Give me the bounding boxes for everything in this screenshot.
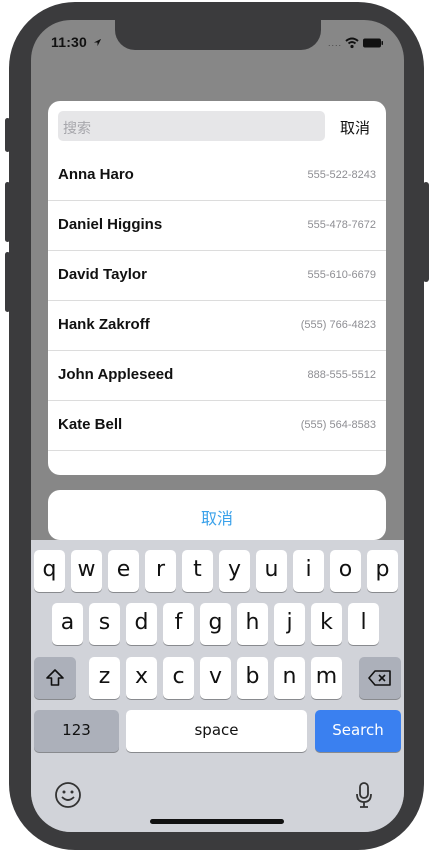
backspace-icon	[368, 670, 391, 686]
key-x[interactable]: x	[126, 657, 157, 699]
contact-name: David Taylor	[58, 266, 147, 283]
key-e[interactable]: e	[108, 550, 139, 592]
contact-row[interactable]: David Taylor 555-610-6679	[48, 251, 386, 301]
contact-phone: (555) 766-4823	[300, 319, 376, 331]
contact-row[interactable]: Kate Bell (555) 564-8583	[48, 401, 386, 451]
microphone-icon[interactable]	[354, 780, 374, 810]
contact-row[interactable]: Daniel Higgins 555-478-7672	[48, 201, 386, 251]
volume-down-button	[5, 252, 10, 312]
key-z[interactable]: z	[89, 657, 120, 699]
contact-name: Kate Bell	[58, 416, 123, 433]
key-r[interactable]: r	[145, 550, 176, 592]
shift-key[interactable]	[34, 657, 76, 699]
key-k[interactable]: k	[311, 603, 342, 645]
screen: 11:30 .... 搜索 取消 Anna Haro 555-522-8243 D…	[31, 20, 404, 832]
backspace-key[interactable]	[359, 657, 401, 699]
contact-row[interactable]: Anna Haro 555-522-8243	[48, 151, 386, 201]
key-d[interactable]: d	[126, 603, 157, 645]
key-v[interactable]: v	[200, 657, 231, 699]
contact-phone: 555-610-6679	[307, 269, 376, 281]
notch	[115, 20, 321, 50]
wifi-icon	[345, 37, 359, 49]
battery-icon	[363, 38, 383, 48]
status-icons	[345, 37, 383, 49]
key-q[interactable]: q	[34, 550, 65, 592]
key-i[interactable]: i	[293, 550, 324, 592]
contact-phone: 555-478-7672	[307, 219, 376, 231]
home-indicator[interactable]	[150, 819, 284, 824]
key-p[interactable]: p	[367, 550, 398, 592]
cancel-button-label: 取消	[200, 509, 233, 528]
space-key[interactable]: space	[126, 710, 307, 752]
key-l[interactable]: l	[348, 603, 379, 645]
key-c[interactable]: c	[163, 657, 194, 699]
signal-dots-icon: ....	[328, 38, 343, 48]
keyboard: q w e r t y u i o p a s d f g h j k l z …	[31, 540, 404, 832]
search-key[interactable]: Search	[315, 710, 401, 752]
contact-name: Anna Haro	[58, 166, 134, 183]
contact-phone: (555) 564-8583	[300, 419, 376, 431]
status-time: 11:30	[51, 34, 102, 50]
key-o[interactable]: o	[330, 550, 361, 592]
key-n[interactable]: n	[274, 657, 305, 699]
power-button	[423, 182, 429, 282]
key-f[interactable]: f	[163, 603, 194, 645]
contact-phone: 555-522-8243	[307, 169, 376, 181]
key-s[interactable]: s	[89, 603, 120, 645]
key-g[interactable]: g	[200, 603, 231, 645]
key-h[interactable]: h	[237, 603, 268, 645]
numbers-key[interactable]: 123	[34, 710, 119, 752]
key-w[interactable]: w	[71, 550, 102, 592]
location-arrow-icon	[94, 38, 102, 47]
emoji-icon[interactable]	[53, 780, 83, 810]
volume-up-button	[5, 182, 10, 242]
cancel-button[interactable]: 取消	[48, 490, 386, 540]
contact-name: Daniel Higgins	[58, 216, 163, 233]
key-b[interactable]: b	[237, 657, 268, 699]
key-t[interactable]: t	[182, 550, 213, 592]
key-j[interactable]: j	[274, 603, 305, 645]
contact-picker: 搜索 取消 Anna Haro 555-522-8243 Daniel Higgi…	[48, 101, 386, 475]
mute-switch	[5, 118, 10, 152]
search-input[interactable]: 搜索	[58, 111, 325, 141]
contact-name: John Appleseed	[58, 366, 174, 383]
key-m[interactable]: m	[311, 657, 342, 699]
search-cancel-button[interactable]: 取消	[340, 117, 370, 138]
key-y[interactable]: y	[219, 550, 250, 592]
contact-row[interactable]: Hank Zakroff (555) 766-4823	[48, 301, 386, 351]
contact-list[interactable]: Anna Haro 555-522-8243 Daniel Higgins 555-…	[48, 151, 386, 451]
contact-row[interactable]: John Appleseed 888-555-5512	[48, 351, 386, 401]
search-placeholder: 搜索	[63, 121, 91, 137]
contact-phone: 888-555-5512	[307, 369, 376, 381]
contact-name: Hank Zakroff	[58, 316, 150, 333]
shift-icon	[46, 669, 64, 686]
key-a[interactable]: a	[52, 603, 83, 645]
key-u[interactable]: u	[256, 550, 287, 592]
